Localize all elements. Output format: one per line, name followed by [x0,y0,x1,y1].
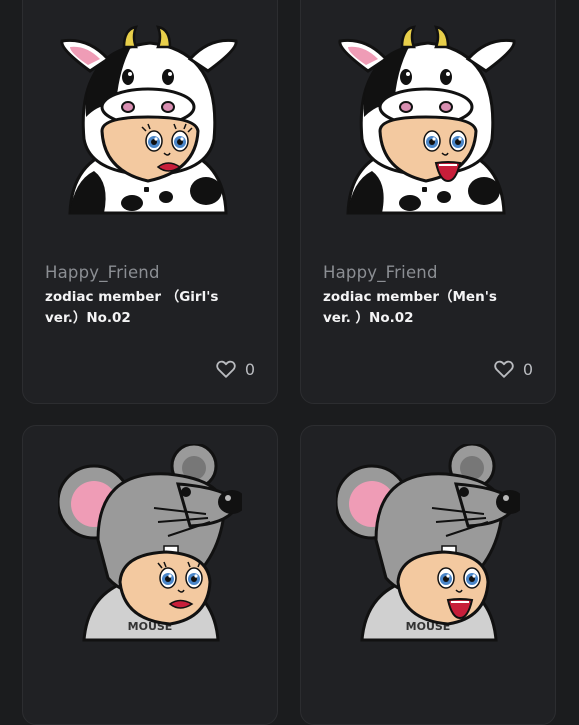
nft-card[interactable]: Happy_Friend zodiac member（Men's ver. ）N… [300,0,556,404]
cow-boy-avatar [301,21,555,221]
creator-name[interactable]: Happy_Friend [323,263,438,282]
like-counter[interactable]: 0 [215,358,255,380]
item-title[interactable]: zodiac member（Men's ver. ）No.02 [323,287,528,329]
heart-icon[interactable] [215,358,237,380]
like-count: 0 [244,359,255,379]
creator-name[interactable]: Happy_Friend [45,263,160,282]
heart-icon[interactable] [493,358,515,380]
mouse-girl-avatar [23,444,277,644]
like-count: 0 [522,359,533,379]
mouse-boy-avatar [301,444,555,644]
nft-card[interactable] [300,425,556,725]
cow-girl-avatar [23,21,277,221]
item-title[interactable]: zodiac member （Girl's ver.）No.02 [45,287,250,329]
nft-card[interactable] [22,425,278,725]
like-counter[interactable]: 0 [493,358,533,380]
nft-card[interactable]: Happy_Friend zodiac member （Girl's ver.）… [22,0,278,404]
